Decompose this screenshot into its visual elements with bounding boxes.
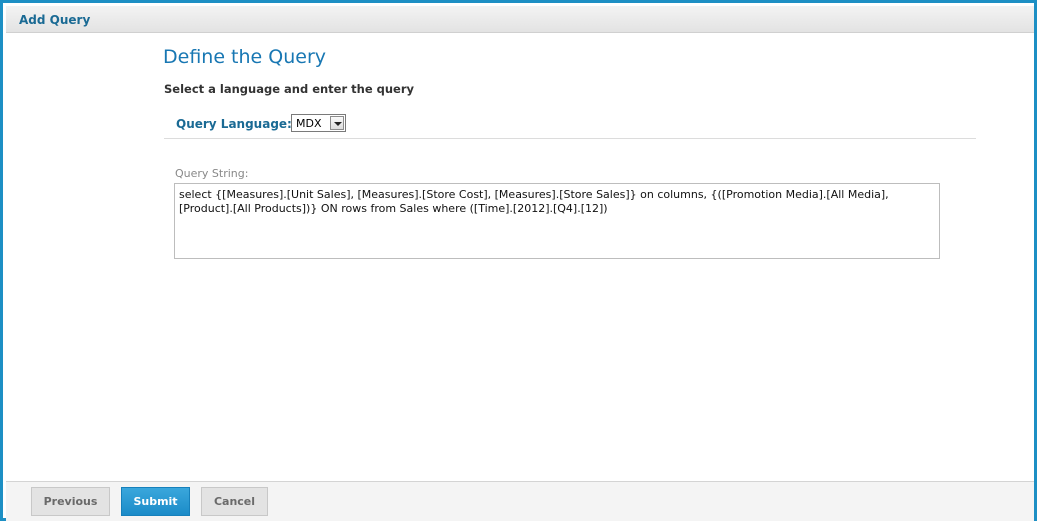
query-language-label: Query Language:	[176, 117, 292, 131]
dialog-title: Add Query	[19, 13, 91, 27]
submit-button[interactable]: Submit	[121, 487, 190, 516]
add-query-dialog: Add Query Define the Query Select a lang…	[0, 0, 1037, 521]
chevron-down-icon[interactable]	[330, 116, 344, 130]
query-language-select[interactable]: MDX	[291, 114, 346, 132]
cancel-button[interactable]: Cancel	[201, 487, 268, 516]
dialog-footer: Previous Submit Cancel	[6, 481, 1034, 521]
section-divider	[164, 138, 976, 139]
dialog-content: Define the Query Select a language and e…	[6, 34, 1034, 481]
page-title: Define the Query	[163, 46, 327, 68]
previous-button[interactable]: Previous	[31, 487, 110, 516]
dialog-titlebar: Add Query	[6, 6, 1034, 33]
query-string-input[interactable]	[174, 183, 940, 259]
query-language-value: MDX	[296, 117, 322, 130]
query-string-label: Query String:	[175, 167, 249, 180]
page-subtitle: Select a language and enter the query	[164, 82, 415, 96]
